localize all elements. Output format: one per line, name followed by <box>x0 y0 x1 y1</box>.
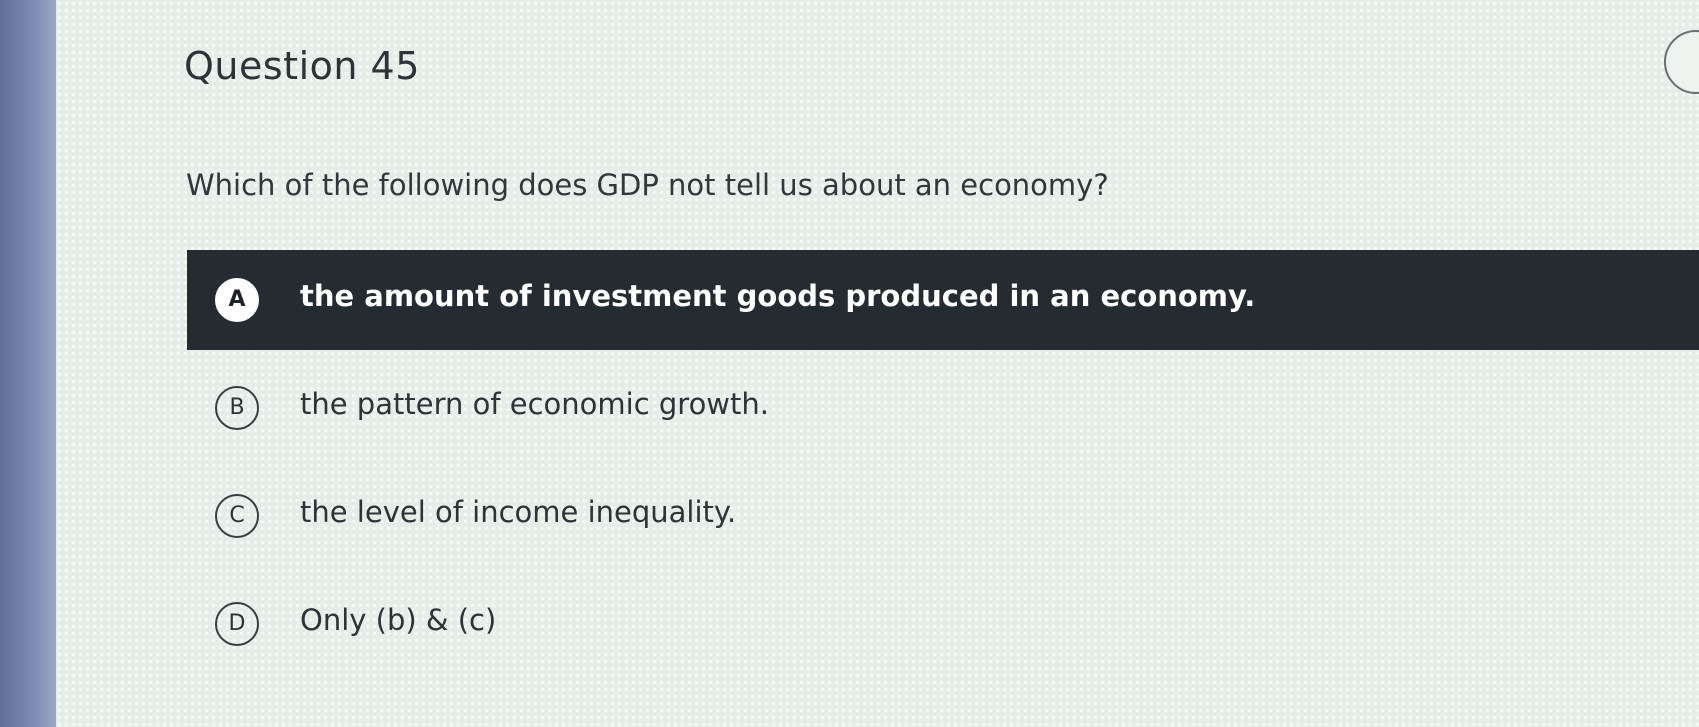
option-b[interactable]: B the pattern of economic growth. <box>187 358 1699 458</box>
question-title: Question 45 <box>184 44 420 88</box>
option-a-label: the amount of investment goods produced … <box>300 279 1256 313</box>
option-a[interactable]: A the amount of investment goods produce… <box>187 250 1699 350</box>
question-prompt: Which of the following does GDP not tell… <box>186 168 1109 202</box>
option-d-label: Only (b) & (c) <box>300 603 497 637</box>
question-page: Question 45 Which of the following does … <box>56 0 1699 727</box>
option-c[interactable]: C the level of income inequality. <box>187 466 1699 566</box>
option-d-badge: D <box>215 602 259 646</box>
option-c-label: the level of income inequality. <box>300 495 737 529</box>
option-b-label: the pattern of economic growth. <box>300 387 769 421</box>
option-b-badge: B <box>215 386 259 430</box>
option-c-badge: C <box>215 494 259 538</box>
option-d[interactable]: D Only (b) & (c) <box>187 574 1699 674</box>
option-a-badge: A <box>215 278 259 322</box>
left-window-edge <box>0 0 56 727</box>
